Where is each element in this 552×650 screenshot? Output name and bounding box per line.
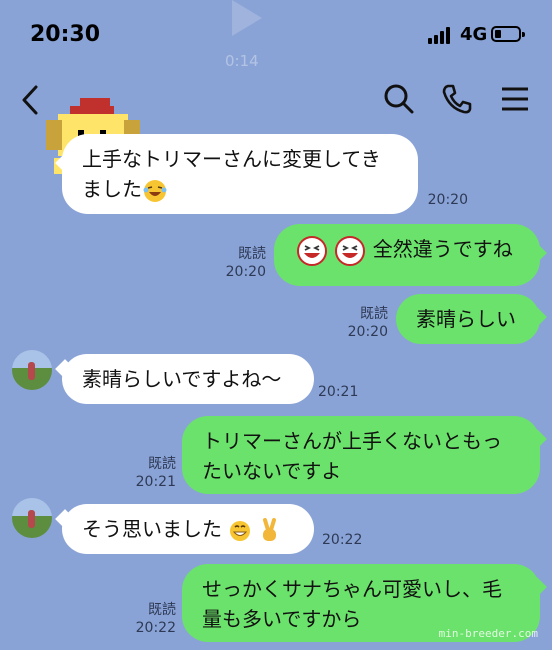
grinning-emoji-icon (335, 235, 366, 266)
message-bubble[interactable]: そう思いました (62, 504, 314, 554)
victory-hand-icon (262, 517, 276, 541)
read-receipt: 既読 (238, 246, 266, 262)
message-time: 20:21 (318, 384, 359, 400)
network-label: 4G (460, 24, 488, 45)
message-text: そう思いました (82, 517, 222, 541)
grin-emoji-icon (230, 520, 251, 541)
battery-icon (491, 26, 525, 42)
menu-icon[interactable] (498, 82, 532, 116)
clock: 20:30 (30, 22, 101, 47)
message-text: 上手なトリマーさんに変更してき (82, 147, 381, 171)
message-text: トリマーさんが上手くないともっ (202, 429, 502, 453)
search-icon[interactable] (382, 82, 416, 116)
laughing-emoji-icon (143, 179, 167, 202)
message-bubble[interactable]: 素晴らしいですよね〜 (62, 354, 314, 404)
message-text: せっかくサナちゃん可愛いし、毛 (202, 577, 502, 601)
avatar[interactable] (12, 350, 52, 390)
message-bubble[interactable]: トリマーさんが上手くないともっ たいないですよ (182, 416, 540, 494)
message-time: 20:21 (135, 474, 176, 490)
message-bubble[interactable]: 上手なトリマーさんに変更してき ました (62, 134, 418, 214)
play-icon (232, 0, 262, 36)
message-text-line2: たいないですよ (202, 459, 342, 483)
message-text-line2: ました (82, 174, 398, 204)
message-text: 素晴らしいですよね〜 (82, 367, 282, 391)
avatar[interactable] (12, 498, 52, 538)
read-receipt: 既読 (148, 456, 176, 472)
message-time: 20:22 (322, 532, 363, 548)
phone-icon[interactable] (440, 82, 474, 116)
chat-header (0, 62, 552, 186)
watermark: min-breeder.com (438, 627, 538, 640)
status-bar: 0:14 20:30 4G (0, 0, 552, 70)
message-time: 20:22 (135, 620, 176, 636)
message-time: 20:20 (427, 192, 468, 208)
grinning-emoji-icon (297, 235, 327, 266)
message-bubble[interactable]: 全然違うですね (274, 224, 540, 286)
read-receipt: 既読 (148, 602, 176, 618)
read-receipt: 既読 (360, 306, 388, 322)
signal-icon (428, 26, 454, 44)
message-bubble[interactable]: 素晴らしい (396, 294, 540, 344)
message-text: 全然違うですね (372, 237, 513, 261)
message-time: 20:20 (225, 264, 266, 280)
message-text: 素晴らしい (416, 307, 516, 331)
message-time: 20:20 (347, 324, 388, 340)
